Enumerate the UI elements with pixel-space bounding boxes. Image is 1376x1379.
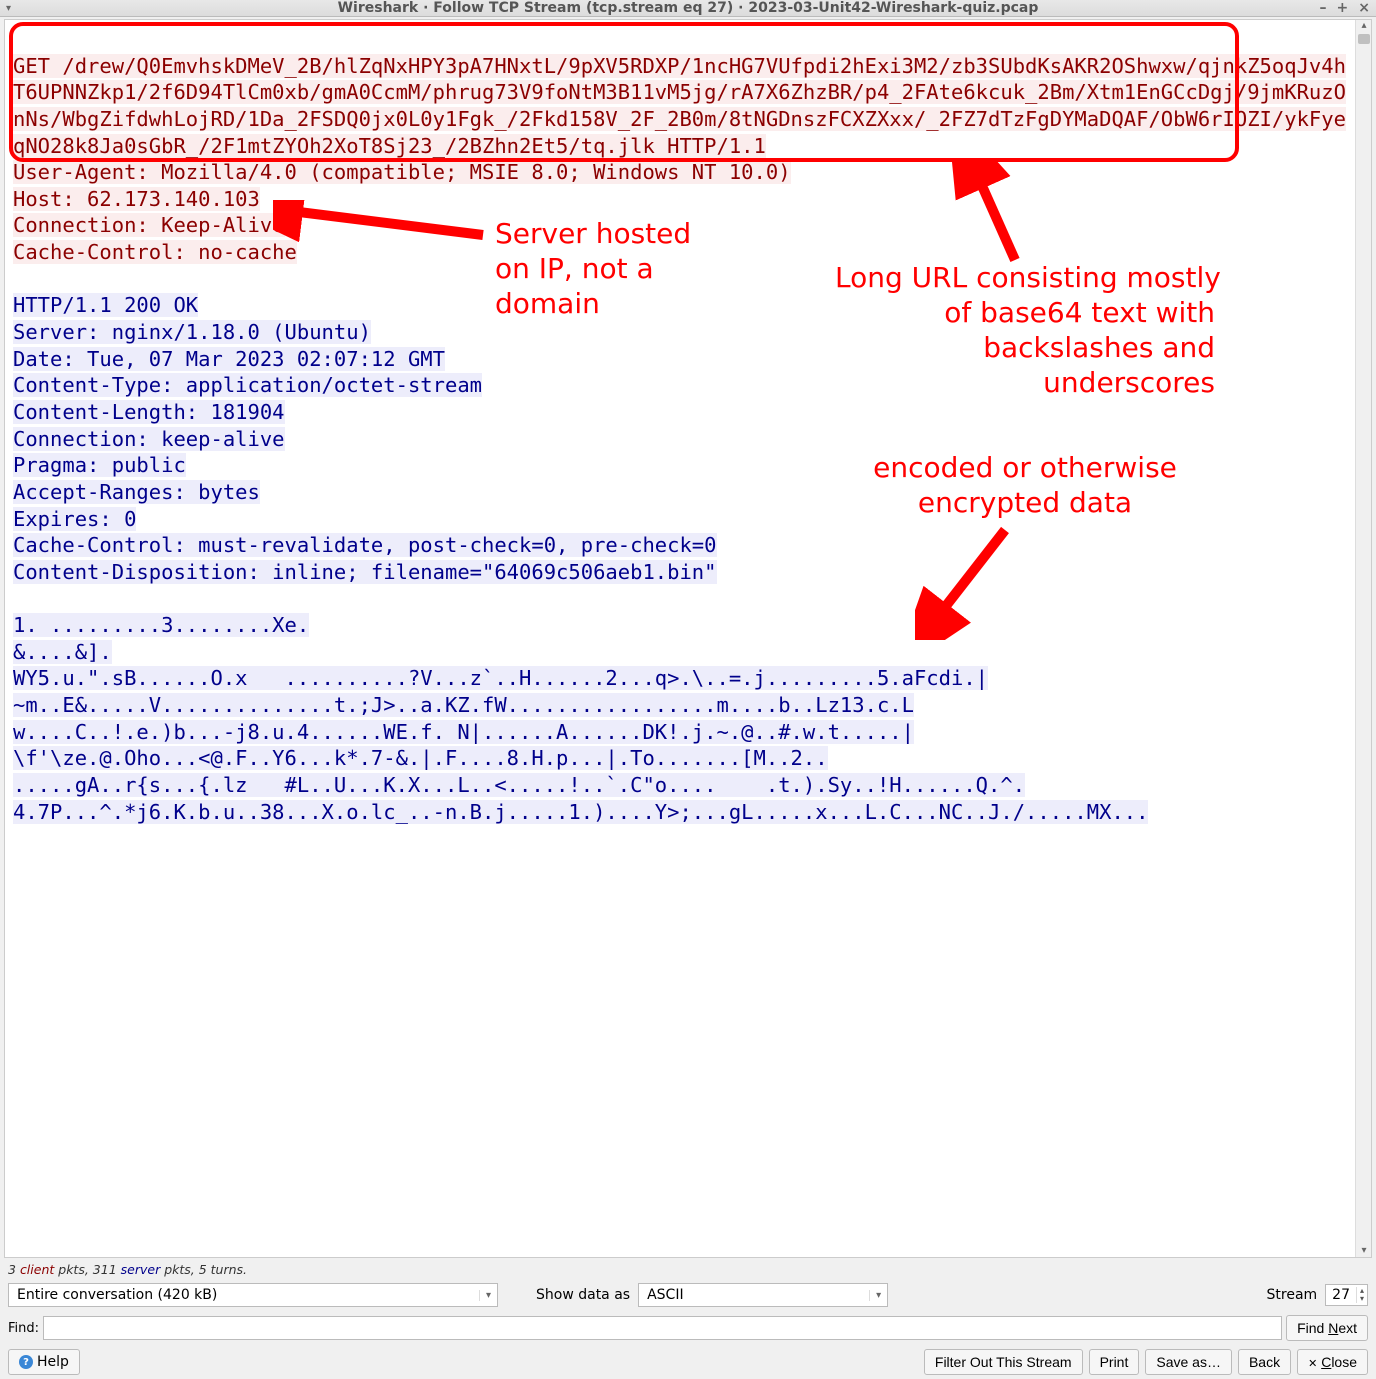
filter-out-stream-button[interactable]: Filter Out This Stream — [924, 1349, 1083, 1375]
close-button[interactable]: ✕ Close — [1297, 1349, 1368, 1375]
show-data-as-label: Show data as — [536, 1287, 630, 1303]
annotation-long-url: Long URL consisting mostly of base64 tex… — [835, 260, 1215, 400]
find-next-button[interactable]: Find Next — [1286, 1315, 1368, 1341]
conversation-select[interactable]: Entire conversation (420 kB) ▾ — [8, 1283, 498, 1307]
window-title: Wireshark · Follow TCP Stream (tcp.strea… — [338, 0, 1039, 16]
bottom-button-row: ? Help Filter Out This Stream Print Save… — [0, 1345, 1376, 1379]
scroll-down-icon[interactable]: ▾ — [1358, 1245, 1370, 1257]
back-button[interactable]: Back — [1238, 1349, 1291, 1375]
tcp-stream-text[interactable]: GET /drew/Q0EmvhskDMeV_2B/hlZqNxHPY3pA7H… — [5, 20, 1355, 1257]
save-as-button[interactable]: Save as… — [1145, 1349, 1232, 1375]
controls-row: Entire conversation (420 kB) ▾ Show data… — [0, 1279, 1376, 1311]
stream-number-value: 27 — [1326, 1285, 1356, 1305]
stream-down-icon[interactable]: ▾ — [1357, 1295, 1367, 1303]
window-menu-icon[interactable]: ▾ — [6, 3, 11, 14]
annotation-encrypted-data: encoded or otherwise encrypted data — [865, 450, 1185, 520]
stream-label: Stream — [1267, 1287, 1318, 1303]
conversation-value: Entire conversation (420 kB) — [9, 1284, 479, 1306]
window-titlebar: ▾ Wireshark · Follow TCP Stream (tcp.str… — [0, 0, 1376, 17]
help-button[interactable]: ? Help — [8, 1349, 80, 1375]
scroll-up-icon[interactable]: ▴ — [1358, 20, 1370, 32]
vertical-scrollbar[interactable]: ▴ ▾ — [1355, 20, 1371, 1257]
close-x-icon: ✕ — [1308, 1358, 1317, 1370]
find-input[interactable] — [43, 1316, 1282, 1340]
stream-up-icon[interactable]: ▴ — [1357, 1287, 1367, 1295]
stream-number-spinner[interactable]: 27 ▴ ▾ — [1325, 1284, 1368, 1306]
maximize-icon[interactable]: + — [1337, 0, 1349, 16]
http-response-headers: HTTP/1.1 200 OK Server: nginx/1.18.0 (Ub… — [13, 293, 717, 583]
show-data-as-value: ASCII — [639, 1284, 869, 1306]
packet-count-status: 3 client pkts, 311 server pkts, 5 turns. — [0, 1260, 1376, 1279]
minimize-icon[interactable]: – — [1320, 0, 1327, 16]
find-label: Find: — [8, 1321, 39, 1336]
arrow-encrypted-icon — [915, 520, 1035, 640]
help-icon: ? — [19, 1355, 33, 1369]
show-data-as-select[interactable]: ASCII ▾ — [638, 1283, 888, 1307]
http-response-body: 1. .........3........Xe. &....&]. WY5.u.… — [13, 613, 1148, 823]
chevron-down-icon[interactable]: ▾ — [479, 1290, 497, 1301]
scrollbar-thumb[interactable] — [1358, 34, 1370, 44]
arrow-server-ip-icon — [273, 200, 493, 250]
chevron-down-icon[interactable]: ▾ — [869, 1290, 887, 1301]
find-row: Find: Find Next — [0, 1311, 1376, 1345]
close-window-icon[interactable]: × — [1358, 0, 1370, 16]
help-button-label: Help — [37, 1354, 69, 1370]
annotation-server-ip: Server hosted on IP, not a domain — [495, 216, 691, 321]
stream-content-wrap: GET /drew/Q0EmvhskDMeV_2B/hlZqNxHPY3pA7H… — [4, 19, 1372, 1258]
print-button[interactable]: Print — [1089, 1349, 1140, 1375]
arrow-long-url-icon — [945, 160, 1065, 270]
http-request-line: GET /drew/Q0EmvhskDMeV_2B/hlZqNxHPY3pA7H… — [13, 54, 1346, 158]
http-request-headers: User-Agent: Mozilla/4.0 (compatible; MSI… — [13, 160, 791, 264]
